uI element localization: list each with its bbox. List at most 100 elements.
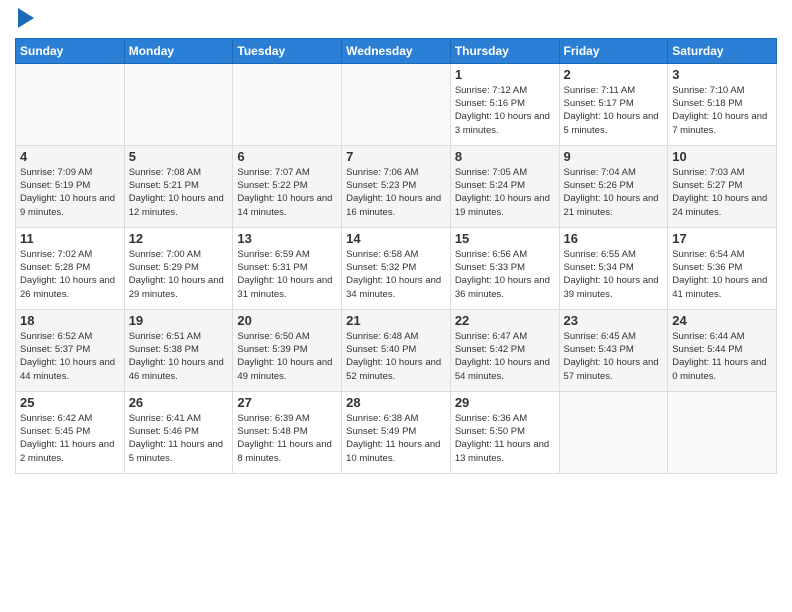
day-number: 8 [455, 149, 555, 164]
calendar-cell: 5 Sunrise: 7:08 AM Sunset: 5:21 PM Daylig… [124, 145, 233, 227]
calendar-table: SundayMondayTuesdayWednesdayThursdayFrid… [15, 38, 777, 474]
calendar-cell [342, 63, 451, 145]
header-area [15, 10, 777, 30]
day-number: 11 [20, 231, 120, 246]
calendar-cell: 7Sunrise: 7:06 AM Sunset: 5:23 PM Daylig… [342, 145, 451, 227]
weekday-header: Monday [124, 38, 233, 63]
day-info: Sunrise: 6:36 AM Sunset: 5:50 PM Dayligh… [455, 412, 555, 465]
calendar-week-row: 1Sunrise: 7:12 AM Sunset: 5:16 PM Daylig… [16, 63, 777, 145]
calendar-cell: 11Sunrise: 7:02 AM Sunset: 5:28 PM Dayli… [16, 227, 125, 309]
calendar-cell [668, 391, 777, 473]
calendar-cell: 21 Sunrise: 6:48 AM Sunset: 5:40 PM Dayli… [342, 309, 451, 391]
day-info: Sunrise: 6:50 AM Sunset: 5:39 PM Dayligh… [237, 330, 337, 383]
day-number: 24 [672, 313, 772, 328]
day-number: 2 [564, 67, 664, 82]
day-info: Sunrise: 6:44 AM Sunset: 5:44 PM Dayligh… [672, 330, 772, 383]
day-number: 6 [237, 149, 337, 164]
day-number: 26 [129, 395, 229, 410]
day-info: Sunrise: 6:59 AM Sunset: 5:31 PM Dayligh… [237, 248, 337, 301]
calendar-week-row: 18 Sunrise: 6:52 AM Sunset: 5:37 PM Dayli… [16, 309, 777, 391]
day-info: Sunrise: 6:38 AM Sunset: 5:49 PM Dayligh… [346, 412, 446, 465]
logo-arrow-icon [18, 8, 34, 28]
calendar-cell: 22 Sunrise: 6:47 AM Sunset: 5:42 PM Dayli… [450, 309, 559, 391]
calendar-cell [16, 63, 125, 145]
day-number: 14 [346, 231, 446, 246]
logo [15, 10, 34, 30]
day-number: 21 [346, 313, 446, 328]
day-info: Sunrise: 7:06 AM Sunset: 5:23 PM Dayligh… [346, 166, 446, 219]
day-info: Sunrise: 7:11 AM Sunset: 5:17 PM Dayligh… [564, 84, 664, 137]
calendar-cell: 1Sunrise: 7:12 AM Sunset: 5:16 PM Daylig… [450, 63, 559, 145]
calendar-cell: 6 Sunrise: 7:07 AM Sunset: 5:22 PM Daylig… [233, 145, 342, 227]
day-info: Sunrise: 6:55 AM Sunset: 5:34 PM Dayligh… [564, 248, 664, 301]
day-number: 22 [455, 313, 555, 328]
calendar-cell: 18 Sunrise: 6:52 AM Sunset: 5:37 PM Dayli… [16, 309, 125, 391]
day-number: 12 [129, 231, 229, 246]
day-number: 16 [564, 231, 664, 246]
day-info: Sunrise: 6:42 AM Sunset: 5:45 PM Dayligh… [20, 412, 120, 465]
day-info: Sunrise: 6:51 AM Sunset: 5:38 PM Dayligh… [129, 330, 229, 383]
day-number: 4 [20, 149, 120, 164]
calendar-cell: 25 Sunrise: 6:42 AM Sunset: 5:45 PM Dayli… [16, 391, 125, 473]
day-info: Sunrise: 6:41 AM Sunset: 5:46 PM Dayligh… [129, 412, 229, 465]
day-info: Sunrise: 7:07 AM Sunset: 5:22 PM Dayligh… [237, 166, 337, 219]
day-info: Sunrise: 7:09 AM Sunset: 5:19 PM Dayligh… [20, 166, 120, 219]
day-info: Sunrise: 7:12 AM Sunset: 5:16 PM Dayligh… [455, 84, 555, 137]
day-number: 25 [20, 395, 120, 410]
day-info: Sunrise: 6:56 AM Sunset: 5:33 PM Dayligh… [455, 248, 555, 301]
day-info: Sunrise: 6:52 AM Sunset: 5:37 PM Dayligh… [20, 330, 120, 383]
calendar-cell: 3 Sunrise: 7:10 AM Sunset: 5:18 PM Daylig… [668, 63, 777, 145]
day-info: Sunrise: 7:05 AM Sunset: 5:24 PM Dayligh… [455, 166, 555, 219]
day-number: 19 [129, 313, 229, 328]
day-number: 18 [20, 313, 120, 328]
calendar-cell: 15 Sunrise: 6:56 AM Sunset: 5:33 PM Dayli… [450, 227, 559, 309]
weekday-header-row: SundayMondayTuesdayWednesdayThursdayFrid… [16, 38, 777, 63]
day-number: 5 [129, 149, 229, 164]
page-container: SundayMondayTuesdayWednesdayThursdayFrid… [0, 0, 792, 479]
calendar-cell: 13 Sunrise: 6:59 AM Sunset: 5:31 PM Dayli… [233, 227, 342, 309]
day-info: Sunrise: 7:10 AM Sunset: 5:18 PM Dayligh… [672, 84, 772, 137]
weekday-header: Sunday [16, 38, 125, 63]
weekday-header: Thursday [450, 38, 559, 63]
calendar-cell: 9Sunrise: 7:04 AM Sunset: 5:26 PM Daylig… [559, 145, 668, 227]
calendar-cell: 29 Sunrise: 6:36 AM Sunset: 5:50 PM Dayli… [450, 391, 559, 473]
day-number: 29 [455, 395, 555, 410]
calendar-cell: 2 Sunrise: 7:11 AM Sunset: 5:17 PM Daylig… [559, 63, 668, 145]
day-info: Sunrise: 6:48 AM Sunset: 5:40 PM Dayligh… [346, 330, 446, 383]
day-number: 17 [672, 231, 772, 246]
calendar-cell: 4 Sunrise: 7:09 AM Sunset: 5:19 PM Daylig… [16, 145, 125, 227]
calendar-cell: 24 Sunrise: 6:44 AM Sunset: 5:44 PM Dayli… [668, 309, 777, 391]
day-info: Sunrise: 6:58 AM Sunset: 5:32 PM Dayligh… [346, 248, 446, 301]
calendar-cell [124, 63, 233, 145]
calendar-cell: 19 Sunrise: 6:51 AM Sunset: 5:38 PM Dayli… [124, 309, 233, 391]
weekday-header: Wednesday [342, 38, 451, 63]
weekday-header: Tuesday [233, 38, 342, 63]
day-info: Sunrise: 6:54 AM Sunset: 5:36 PM Dayligh… [672, 248, 772, 301]
calendar-cell: 16 Sunrise: 6:55 AM Sunset: 5:34 PM Dayli… [559, 227, 668, 309]
day-number: 20 [237, 313, 337, 328]
weekday-header: Saturday [668, 38, 777, 63]
day-info: Sunrise: 6:47 AM Sunset: 5:42 PM Dayligh… [455, 330, 555, 383]
calendar-cell [559, 391, 668, 473]
day-info: Sunrise: 7:00 AM Sunset: 5:29 PM Dayligh… [129, 248, 229, 301]
day-info: Sunrise: 7:08 AM Sunset: 5:21 PM Dayligh… [129, 166, 229, 219]
day-number: 15 [455, 231, 555, 246]
calendar-cell: 28Sunrise: 6:38 AM Sunset: 5:49 PM Dayli… [342, 391, 451, 473]
calendar-cell: 17 Sunrise: 6:54 AM Sunset: 5:36 PM Dayli… [668, 227, 777, 309]
day-number: 27 [237, 395, 337, 410]
day-info: Sunrise: 6:45 AM Sunset: 5:43 PM Dayligh… [564, 330, 664, 383]
calendar-cell: 26 Sunrise: 6:41 AM Sunset: 5:46 PM Dayli… [124, 391, 233, 473]
day-number: 13 [237, 231, 337, 246]
calendar-cell: 27Sunrise: 6:39 AM Sunset: 5:48 PM Dayli… [233, 391, 342, 473]
calendar-cell: 20 Sunrise: 6:50 AM Sunset: 5:39 PM Dayli… [233, 309, 342, 391]
day-number: 3 [672, 67, 772, 82]
weekday-header: Friday [559, 38, 668, 63]
calendar-week-row: 25 Sunrise: 6:42 AM Sunset: 5:45 PM Dayli… [16, 391, 777, 473]
day-number: 9 [564, 149, 664, 164]
calendar-cell: 14 Sunrise: 6:58 AM Sunset: 5:32 PM Dayli… [342, 227, 451, 309]
calendar-week-row: 4 Sunrise: 7:09 AM Sunset: 5:19 PM Daylig… [16, 145, 777, 227]
day-number: 23 [564, 313, 664, 328]
calendar-week-row: 11Sunrise: 7:02 AM Sunset: 5:28 PM Dayli… [16, 227, 777, 309]
calendar-cell: 8 Sunrise: 7:05 AM Sunset: 5:24 PM Daylig… [450, 145, 559, 227]
calendar-cell [233, 63, 342, 145]
